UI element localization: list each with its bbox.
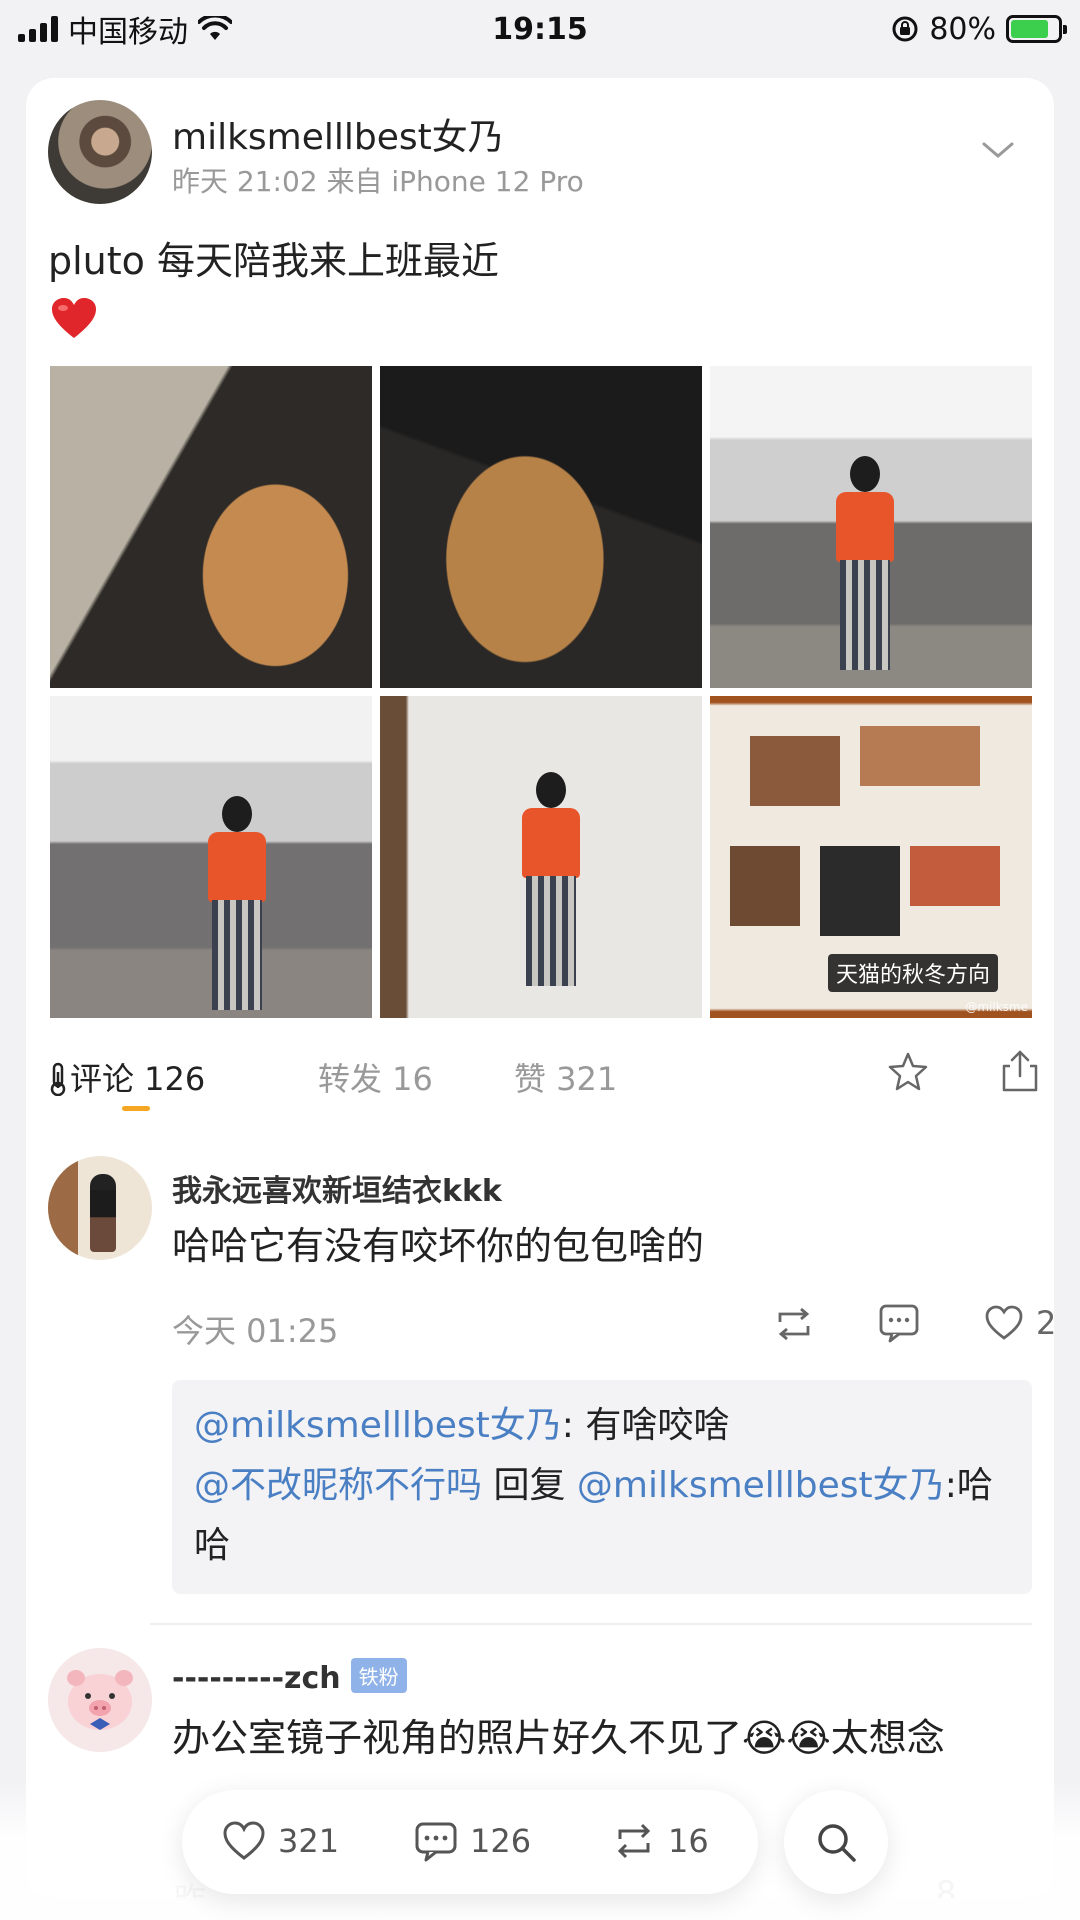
reply-1: @milksmelllbest女乃: 有啥咬啥: [194, 1396, 1010, 1456]
signal-icon: [18, 16, 58, 42]
search-icon: [818, 1824, 856, 1862]
reply-2: @不改昵称不行吗 回复 @milksmelllbest女乃:哈哈: [194, 1456, 1010, 1576]
search-button[interactable]: [784, 1790, 888, 1894]
commenter-name-text: ---------zch: [172, 1661, 341, 1696]
reply-box[interactable]: @milksmelllbest女乃: 有啥咬啥 @不改昵称不行吗 回复 @mil…: [172, 1380, 1032, 1594]
post-header: milksmelllbest女乃 昨天 21:02 来自 iPhone 12 P…: [48, 100, 1032, 210]
fan-badge: 铁粉: [350, 1658, 407, 1693]
tab-comments[interactable]: 评论 126: [48, 1054, 205, 1100]
comment-actions: 2: [172, 1302, 1054, 1350]
photo-2[interactable]: [380, 366, 702, 688]
repost-icon: [617, 1823, 651, 1859]
photo-6[interactable]: 天猫的秋冬方向 @milksme: [710, 696, 1032, 1018]
carrier-label: 中国移动: [68, 15, 188, 50]
mention-link[interactable]: @milksmelllbest女乃: [577, 1465, 945, 1506]
commenter-avatar[interactable]: [48, 1156, 152, 1260]
author-name[interactable]: milksmelllbest女乃: [172, 108, 504, 160]
wifi-icon: [198, 16, 232, 40]
like-count: 2: [1036, 1304, 1054, 1342]
repost-button[interactable]: 16: [612, 1820, 709, 1862]
commenter-name[interactable]: ---------zch 铁粉: [172, 1658, 407, 1696]
comment-icon[interactable]: [878, 1302, 920, 1344]
rotation-lock-icon: [892, 16, 918, 42]
share-icon[interactable]: [1000, 1048, 1040, 1094]
comment-text: 哈哈它有没有咬坏你的包包啥的: [172, 1224, 705, 1268]
battery-percent: 80%: [929, 11, 996, 47]
reply-text: : 有啥咬啥: [561, 1405, 730, 1446]
chevron-down-icon[interactable]: [978, 136, 1018, 164]
comment-button[interactable]: 126: [414, 1820, 531, 1862]
tab-comments-label: 评论 126: [70, 1060, 206, 1098]
comment-divider: [150, 1623, 1032, 1625]
photo-caption: 天猫的秋冬方向: [827, 954, 998, 992]
photo-4[interactable]: [50, 696, 372, 1018]
tab-likes[interactable]: 赞 321: [514, 1054, 617, 1100]
status-right: 80%: [762, 11, 1067, 47]
pig-avatar-icon: [67, 1670, 133, 1730]
comment-text: 办公室镜子视角的照片好久不见了😭😭太想念: [172, 1716, 945, 1760]
reply-connector: 回复: [482, 1465, 577, 1506]
heart-icon: [223, 1821, 265, 1860]
photo-watermark: @milksme: [965, 1000, 1028, 1014]
red-heart-emoji-icon: [52, 298, 96, 338]
like-button[interactable]: 321: [222, 1820, 339, 1862]
hot-thermometer-icon: [50, 1062, 66, 1096]
photo-3[interactable]: [710, 366, 1032, 688]
repost-icon[interactable]: [772, 1304, 816, 1344]
comment-icon: [415, 1822, 457, 1862]
post-text: pluto 每天陪我来上班最近: [48, 239, 499, 283]
status-bar: 中国移动 19:15 80%: [0, 0, 1080, 58]
interaction-tabs: 评论 126 转发 16 赞 321: [48, 1044, 1038, 1114]
commenter-avatar[interactable]: [48, 1648, 152, 1752]
photo-grid: 天猫的秋冬方向 @milksme: [50, 366, 1032, 1018]
post-action-bar: 321 126 16: [182, 1790, 758, 1894]
active-tab-indicator: [122, 1106, 150, 1111]
mention-link[interactable]: @milksmelllbest女乃: [194, 1405, 562, 1446]
post-card: milksmelllbest女乃 昨天 21:02 来自 iPhone 12 P…: [26, 78, 1054, 1898]
post-meta: 昨天 21:02 来自 iPhone 12 Pro: [172, 165, 584, 198]
repost-count: 16: [668, 1822, 709, 1860]
like-icon[interactable]: [984, 1304, 1024, 1342]
battery-icon: [1006, 15, 1067, 43]
commenter-name[interactable]: 我永远喜欢新垣结衣kkk: [172, 1166, 502, 1210]
photo-5[interactable]: [380, 696, 702, 1018]
star-icon[interactable]: [886, 1050, 930, 1094]
author-avatar[interactable]: [48, 100, 152, 204]
comment-count: 126: [470, 1822, 532, 1860]
mention-link[interactable]: @不改昵称不行吗: [194, 1465, 482, 1506]
like-count: 321: [278, 1822, 340, 1860]
photo-1[interactable]: [50, 366, 372, 688]
clock: 19:15: [492, 11, 588, 47]
tab-reposts[interactable]: 转发 16: [318, 1054, 433, 1100]
